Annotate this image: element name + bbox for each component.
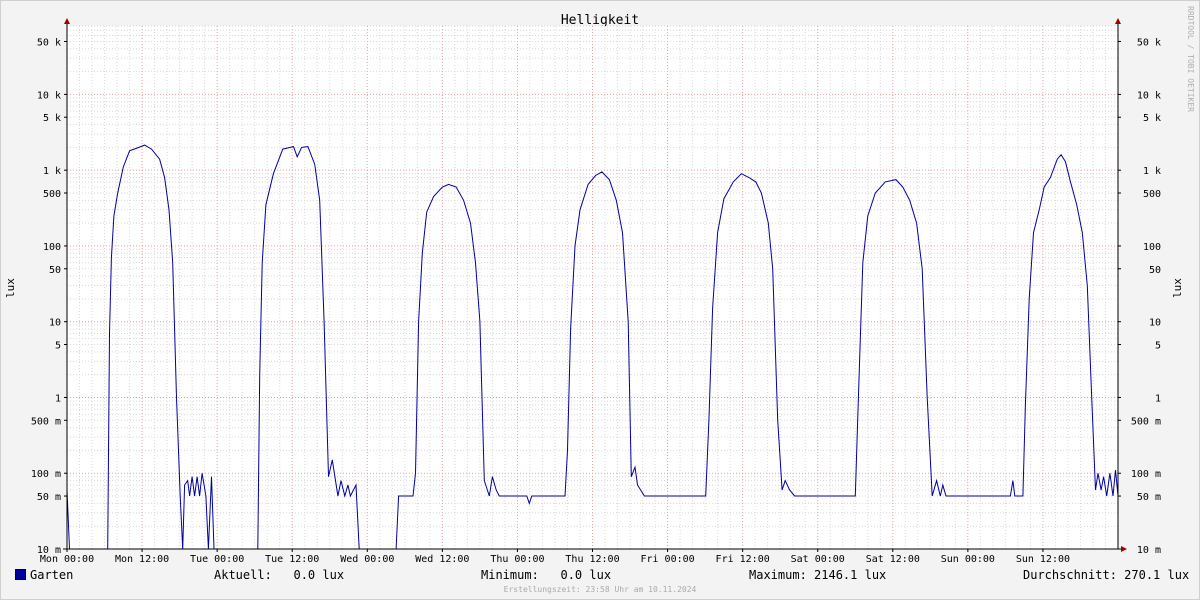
y-tick-label-left: 50 m <box>37 492 61 503</box>
x-tick-label: Sun 00:00 <box>941 554 995 565</box>
legend-aktuell: Aktuell: 0.0 lux <box>214 568 345 582</box>
x-tick-label: Thu 12:00 <box>565 554 619 565</box>
y-tick-label-right: 50 m <box>1137 492 1161 503</box>
y-axis-arrow-left <box>64 18 70 24</box>
y-tick-label-left: 1 k <box>43 166 61 177</box>
y-tick-label-left: 500 m <box>31 416 61 427</box>
x-tick-label: Fri 00:00 <box>640 554 694 565</box>
x-axis-arrow <box>1121 546 1127 552</box>
x-tick-label: Mon 00:00 <box>40 554 94 565</box>
y-tick-label-right: 10 m <box>1137 545 1161 556</box>
y-tick-label-right: 1 k <box>1143 166 1161 177</box>
y-tick-label-right: 500 m <box>1131 416 1161 427</box>
y-tick-label-right: 100 <box>1143 242 1161 253</box>
y-tick-label-left: 5 <box>55 341 61 352</box>
chart-title: Helligkeit <box>561 13 639 28</box>
y-tick-label-right: 10 <box>1149 318 1161 329</box>
legend-minimum: Minimum: 0.0 lux <box>481 568 612 582</box>
legend-swatch-garten <box>15 569 26 580</box>
x-tick-label: Sat 12:00 <box>866 554 920 565</box>
y-axis-label-right: lux <box>1171 278 1184 298</box>
y-tick-label-right: 10 k <box>1137 90 1161 101</box>
y-axis-label-left: lux <box>4 278 17 298</box>
x-tick-label: Sat 00:00 <box>791 554 845 565</box>
x-tick-label: Mon 12:00 <box>115 554 169 565</box>
legend-series-name: Garten <box>30 568 74 582</box>
legend-durchschnitt: Durchschnitt: 270.1 lux <box>1023 568 1190 582</box>
y-tick-label-left: 50 <box>49 265 61 276</box>
y-tick-label-left: 5 k <box>43 113 61 124</box>
x-tick-label: Thu 00:00 <box>490 554 544 565</box>
y-tick-label-left: 1 <box>55 393 61 404</box>
x-tick-label: Tue 12:00 <box>265 554 319 565</box>
x-tick-labels: Mon 00:00 Mon 12:00 Tue 00:00 Tue 12:00 Wed … <box>40 549 1070 565</box>
y-tick-label-left: 10 <box>49 318 61 329</box>
y-tick-label-right: 5 <box>1155 341 1161 352</box>
y-tick-label-right: 50 <box>1149 265 1161 276</box>
legend: Garten Aktuell: 0.0 lux Minimum: 0.0 lux… <box>0 566 1200 586</box>
y-tick-label-right: 500 <box>1143 189 1161 200</box>
y-tick-label-right: 50 k <box>1137 37 1161 48</box>
footer-timestamp: Erstellungszeit: 23:58 Uhr am 10.11.2024 <box>503 585 697 594</box>
x-tick-label: Tue 00:00 <box>190 554 244 565</box>
y-axis-arrow-right <box>1115 18 1121 24</box>
y-tick-label-right: 100 m <box>1131 469 1161 480</box>
x-tick-label: Wed 12:00 <box>415 554 469 565</box>
y-tick-label-left: 100 m <box>31 469 61 480</box>
y-tick-label-left: 500 <box>43 189 61 200</box>
y-tick-label-left: 10 k <box>37 90 61 101</box>
x-tick-label: Sun 12:00 <box>1016 554 1070 565</box>
y-tick-label-left: 100 <box>43 242 61 253</box>
x-tick-label: Fri 12:00 <box>716 554 770 565</box>
y-tick-label-left: 50 k <box>37 37 61 48</box>
rrdtool-watermark: RRDTOOL / TOBI OETIKER <box>1186 6 1195 112</box>
y-tick-label-right: 5 k <box>1143 113 1161 124</box>
x-tick-label: Wed 00:00 <box>340 554 394 565</box>
legend-maximum: Maximum: 2146.1 lux <box>749 568 887 582</box>
y-tick-label-right: 1 <box>1155 393 1161 404</box>
line-chart: Helligkeit lux lux 10 m 10 m50 m 50 m100 m… <box>4 13 1184 565</box>
